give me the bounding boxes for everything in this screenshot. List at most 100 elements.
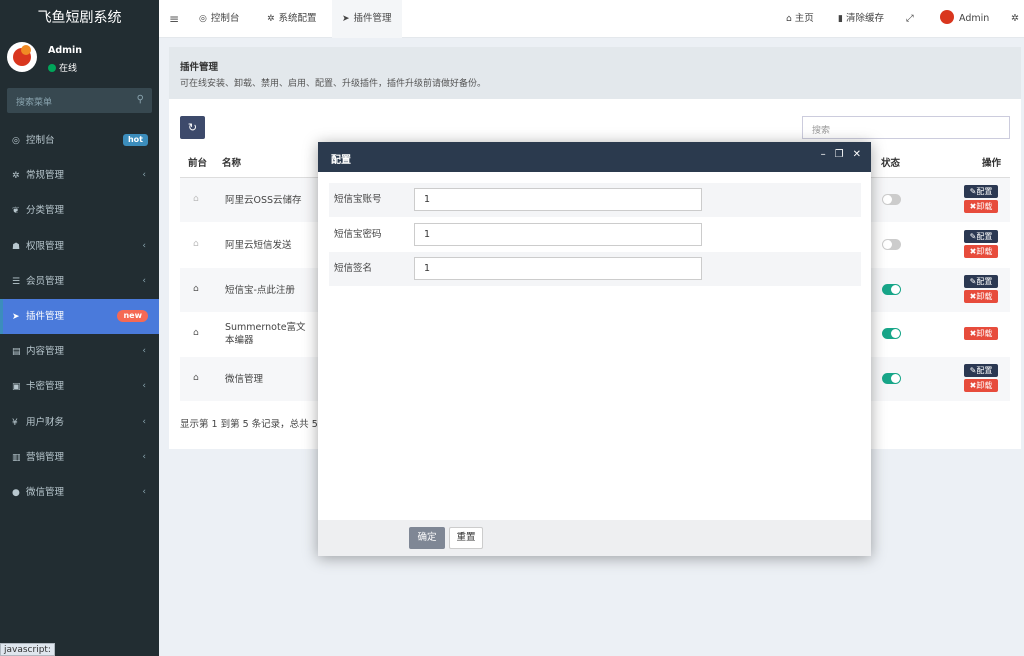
avatar [7,42,37,72]
sidebar-item[interactable]: ¥ 用户财务 ‹ [0,405,159,440]
sidebar-item[interactable]: ▥ 营销管理 ‹ [0,440,159,475]
maximize-icon[interactable]: ❐ [835,149,844,160]
content-header: 插件管理 可在线安装、卸载、禁用、启用、配置、升级插件，插件升级前请做好备份。 [169,47,1021,99]
table-search-input[interactable]: 搜索 [802,116,1010,139]
status-toggle[interactable] [882,373,901,384]
home-icon[interactable]: ⌂ [193,239,199,249]
tab-label: 控制台 [210,13,240,24]
status-toggle[interactable] [882,284,901,295]
close-icon[interactable]: ✕ [853,149,861,160]
dashboard-icon: ◎ [12,136,20,146]
clear-cache-link[interactable]: ▮ 清除缓存 [838,0,884,38]
sidebar-item-label: 用户财务 [26,416,65,428]
uninstall-label: 卸载 [976,329,993,338]
sidebar-item[interactable]: ▤ 内容管理 ‹ [0,334,159,369]
uninstall-button[interactable]: ✖卸载 [964,200,998,213]
admin-menu[interactable]: Admin [940,0,989,38]
modal-title: 配置 [331,155,351,166]
chevron-left-icon: ‹ [142,170,146,181]
config-input[interactable]: 1 [414,257,702,280]
page-description: 可在线安装、卸载、禁用、启用、配置、升级插件，插件升级前请做好备份。 [180,79,487,89]
config-button[interactable]: ✎配置 [964,275,998,288]
status-toggle[interactable] [882,328,901,339]
sidebar-menu: ◎ 控制台 hot ✲ 常规管理 ‹ ❦ 分类管理 ☗ 权限管理 ‹ ☰ 会员管理 ‹ ➤ 插件管理 new ▤ 内… [0,123,159,510]
sidebar-item-label: 会员管理 [26,275,65,287]
confirm-button[interactable]: 确定 [409,527,445,549]
list-icon: ☰ [12,276,21,287]
sidebar-item-label: 卡密管理 [26,381,65,393]
uninstall-button[interactable]: ✖卸载 [964,327,998,340]
tab-plugin-manage[interactable]: ➤ 插件管理 [332,0,402,38]
config-label: 配置 [976,366,993,375]
search-icon[interactable]: ⚲ [137,94,144,105]
menu-search-input[interactable]: 搜索菜单 ⚲ [7,88,152,113]
bar-chart-icon: ▥ [12,452,21,463]
sidebar-toggle-icon[interactable]: ≡ [169,12,179,26]
form-row: 短信签名 1 [329,252,861,286]
refresh-button[interactable]: ↻ [180,116,205,139]
sidebar-item[interactable]: ☰ 会员管理 ‹ [0,264,159,299]
modal-header[interactable]: 配置 – ❐ ✕ [318,142,871,172]
page-title: 插件管理 [180,62,219,73]
tab-dashboard[interactable]: ◎ 控制台 [199,0,239,38]
reset-button[interactable]: 重置 [449,527,483,549]
sidebar-item[interactable]: ➤ 插件管理 new [0,298,159,335]
chevron-left-icon: ‹ [142,416,146,427]
column-status[interactable]: 状态 [881,150,900,177]
field-label: 短信宝密码 [334,229,382,240]
config-button[interactable]: ✎配置 [964,364,998,377]
home-link[interactable]: ⌂ 主页 [786,0,814,38]
sidebar-item[interactable]: ✲ 常规管理 ‹ [0,158,159,193]
status-toggle[interactable] [882,239,901,250]
sidebar-item-label: 权限管理 [26,240,65,252]
sidebar-item-label: 营销管理 [26,451,65,463]
chevron-left-icon: ‹ [142,486,146,497]
wechat-icon: ● [12,487,20,498]
sidebar-item[interactable]: ❦ 分类管理 [0,193,159,228]
uninstall-label: 卸载 [976,381,993,390]
sidebar-item-label: 插件管理 [26,310,65,322]
uninstall-button[interactable]: ✖卸载 [964,245,998,258]
config-button[interactable]: ✎配置 [964,185,998,198]
settings-icon[interactable]: ✲ [1011,0,1019,38]
menu-search-placeholder: 搜索菜单 [16,98,53,108]
modal-footer: 确定 重置 [318,520,871,556]
sidebar-item[interactable]: ▣ 卡密管理 ‹ [0,369,159,404]
uninstall-button[interactable]: ✖卸载 [964,290,998,303]
pagination-info: 显示第 1 到第 5 条记录，总共 5 [180,419,318,430]
sidebar-item[interactable]: ◎ 控制台 hot [0,123,159,158]
fullscreen-icon[interactable]: ⤢ [906,0,914,38]
home-icon[interactable]: ⌂ [193,373,199,383]
online-dot-icon [48,64,56,72]
home-icon[interactable]: ⌂ [193,194,199,204]
tab-system-config[interactable]: ✲ 系统配置 [267,0,317,38]
chevron-left-icon: ‹ [142,346,146,357]
uninstall-button[interactable]: ✖卸载 [964,379,998,392]
leaf-icon: ❦ [12,206,20,217]
users-icon: ☗ [12,241,21,252]
form-row: 短信宝密码 1 [329,218,861,252]
plugin-name: 短信宝-点此注册 [225,285,295,296]
image-icon: ▣ [12,382,21,393]
config-label: 配置 [976,187,993,196]
app-brand[interactable]: 飞鱼短剧系统 [0,0,159,37]
top-navbar: ≡ ◎ 控制台 ✲ 系统配置 ➤ 插件管理 ⌂ 主页 ▮ 清除缓存 ⤢ Admin ✲ [159,0,1024,38]
plugin-name: 阿里云OSS云储存 [225,195,302,206]
sidebar-item-label: 常规管理 [26,170,65,182]
rocket-icon: ➤ [342,14,350,24]
config-input[interactable]: 1 [414,188,702,211]
sidebar-item[interactable]: ☗ 权限管理 ‹ [0,229,159,264]
sidebar-item[interactable]: ● 微信管理 ‹ [0,475,159,510]
config-input[interactable]: 1 [414,223,702,246]
menu-badge: new [117,309,148,322]
home-label: 主页 [794,13,814,24]
column-name[interactable]: 名称 [222,150,241,177]
config-button[interactable]: ✎配置 [964,230,998,243]
status-toggle[interactable] [882,194,901,205]
home-icon[interactable]: ⌂ [193,328,199,338]
uninstall-label: 卸载 [976,247,993,256]
trash-icon: ▮ [838,14,843,24]
minimize-icon[interactable]: – [821,149,826,160]
home-icon[interactable]: ⌂ [193,284,199,294]
uninstall-label: 卸载 [976,202,993,211]
